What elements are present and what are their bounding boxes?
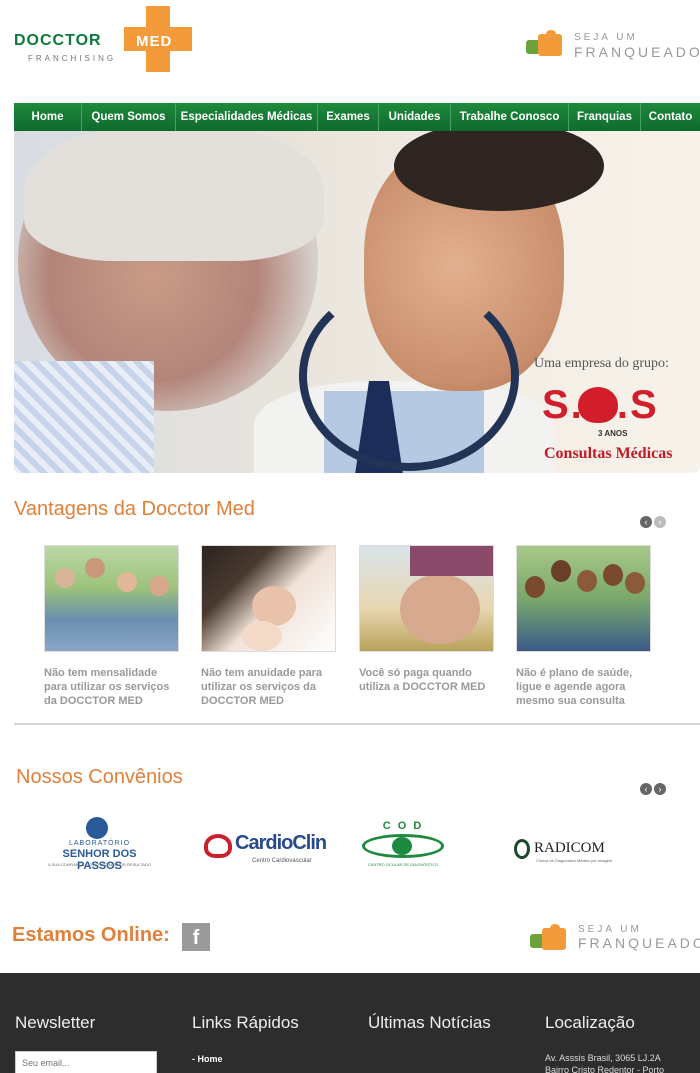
partner-radicom[interactable]: RADICOM Clínica de Diagnóstico Médico po… [514,812,626,872]
franchise-line2: FRANQUEADO [578,935,700,951]
partner-name: RADICOM [534,840,605,856]
vantagem-card[interactable]: Não tem mensalidade para utilizar os ser… [44,545,179,708]
partner-name: C O D [382,820,424,832]
nav-item-exames[interactable]: Exames [318,103,379,131]
vantagens-arrows: ‹ › [640,516,666,528]
next-arrow-icon[interactable]: › [654,783,666,795]
wave-logo-icon [86,817,108,839]
stethoscope-icon [299,281,519,471]
nav-item-unidades[interactable]: Unidades [379,103,451,131]
next-arrow-icon[interactable]: › [654,516,666,528]
nav-item-trabalhe-conosco[interactable]: Trabalhe Conosco [451,103,569,131]
convenios-title: Nossos Convênios [16,766,183,788]
puzzle-icon [530,924,568,952]
eye-pupil [392,837,412,855]
links-title: Links Rápidos [192,1013,299,1032]
newsletter-title: Newsletter [15,1013,96,1032]
news-title: Últimas Notícias [368,1013,491,1032]
vantagem-card[interactable]: Não é plano de saúde, ligue e agende ago… [516,545,651,708]
site-footer: Newsletter Links Rápidos Últimas Notícia… [0,973,700,1073]
prev-arrow-icon[interactable]: ‹ [640,783,652,795]
estamos-online-title: Estamos Online: [12,924,170,946]
family-photo [44,545,179,652]
main-nav: Home Quem Somos Especialidades Médicas E… [14,103,700,131]
nav-item-franquias[interactable]: Franquias [569,103,641,131]
vantagem-caption: Não tem mensalidade para utilizar os ser… [44,667,170,707]
convenios-arrows: ‹ › [640,783,666,795]
site-header: DOCCTOR MED FRANCHISING SEJA UM FRANQUEA… [0,0,700,100]
partner-top-text: LABORATÓRIO [68,840,131,847]
franchise-line2: FRANQUEADO [574,44,700,60]
logo-subtitle: FRANCHISING [28,54,117,63]
partner-senhor-dos-passos[interactable]: LABORATÓRIO SENHOR DOS PASSOS A SUA CONF… [42,812,157,872]
logo-name-part1: DOCCTOR [14,32,102,49]
docctor-med-logo[interactable]: DOCCTOR MED FRANCHISING [14,6,194,76]
nav-item-especialidades[interactable]: Especialidades Médicas [176,103,318,131]
partner-tagline: A SUA CONFIANÇA E O NOSSO MELHOR RESULTA… [48,862,151,867]
sos-text: S.O.S [542,383,659,427]
nav-item-home[interactable]: Home [14,103,82,131]
newsletter-email-input[interactable] [15,1051,157,1073]
franchise-line1: SEJA UM [578,924,642,935]
nav-item-contato[interactable]: Contato [641,103,700,131]
puzzle-icon [526,30,564,58]
heart-icon [204,834,232,858]
partner-cod[interactable]: C O D CENTRO OCULAR DE DIAGNÓSTICO [358,812,448,872]
seja-franqueado-banner-bottom[interactable]: SEJA UM FRANQUEADO [528,920,700,964]
franchise-line1: SEJA UM [574,32,638,43]
location-title: Localização [545,1013,635,1032]
footer-link-home[interactable]: - Home [192,1054,223,1064]
vantagem-caption: Você só paga quando utiliza a DOCCTOR ME… [359,667,486,693]
hero-banner[interactable]: Uma empresa do grupo: S.O.S 3 ANOS Consu… [14,131,700,473]
nav-item-quem-somos[interactable]: Quem Somos [82,103,176,131]
sos-badge: 3 ANOS [598,429,628,438]
partner-tagline: Centro Cardiovascular [252,858,312,864]
address: Av. Asssis Brasil, 3065 LJ.2A Bairro Cri… [545,1052,695,1073]
address-line1: Av. Asssis Brasil, 3065 LJ.2A [545,1053,661,1063]
section-divider [14,723,700,725]
radicom-logo-icon [514,839,530,859]
vantagem-caption: Não é plano de saúde, ligue e agende ago… [516,667,633,707]
vantagem-card[interactable]: Não tem anuidade para utilizar os serviç… [201,545,336,708]
patient-shirt [14,361,154,473]
baby-photo [201,545,336,652]
seja-franqueado-banner-top[interactable]: SEJA UM FRANQUEADO [524,22,700,66]
vantagem-caption: Não tem anuidade para utilizar os serviç… [201,667,323,707]
sos-logo: S.O.S 3 ANOS [542,383,682,443]
logo-name-part2: MED [136,33,173,50]
pregnancy-photo [359,545,494,652]
sos-subtitle: Consultas Médicas [544,445,673,462]
vantagens-title: Vantagens da Docctor Med [14,498,255,520]
partner-tagline: Clínica de Diagnóstico Médico por Imagem [536,858,613,863]
partner-tagline: CENTRO OCULAR DE DIAGNÓSTICO [367,862,439,867]
partner-name: CardioClin [235,832,327,854]
address-line2: Bairro Cristo Redentor - Porto [545,1065,665,1073]
partner-cardioclin[interactable]: CardioClin Centro Cardiovascular [202,812,334,872]
vantagem-card[interactable]: Você só paga quando utiliza a DOCCTOR ME… [359,545,494,694]
facebook-icon[interactable]: f [182,923,210,951]
partner-name: SENHOR DOS PASSOS [62,848,137,872]
group-text: Uma empresa do grupo: [534,356,669,371]
group-family-photo [516,545,651,652]
prev-arrow-icon[interactable]: ‹ [640,516,652,528]
patient-hair [24,131,324,261]
